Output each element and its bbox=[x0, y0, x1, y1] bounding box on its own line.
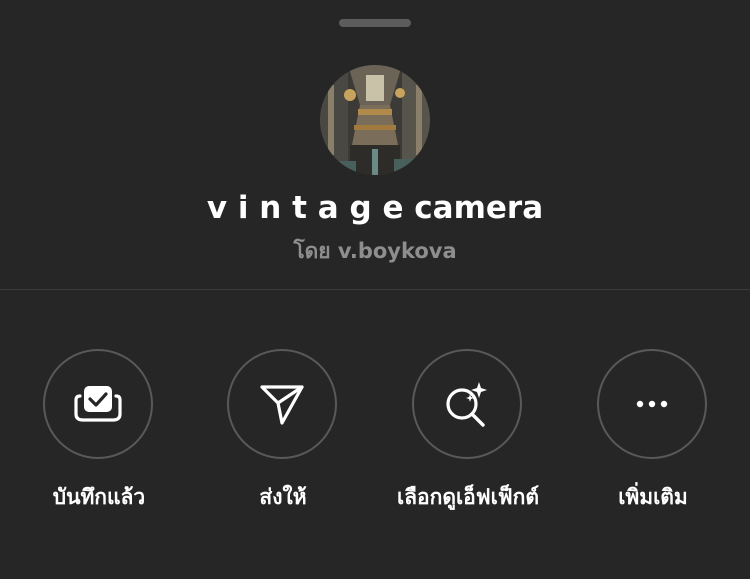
send-button-label: ส่งให้ bbox=[259, 485, 307, 509]
divider bbox=[0, 289, 750, 290]
more-button[interactable]: เพิ่มเติม bbox=[553, 349, 750, 529]
browse-effects-button-circle[interactable] bbox=[412, 349, 522, 459]
effect-author[interactable]: โดย v.boykova bbox=[0, 236, 750, 266]
saved-button-circle[interactable] bbox=[43, 349, 153, 459]
saved-button[interactable]: บันทึกแล้ว bbox=[0, 349, 199, 529]
send-button[interactable]: ส่งให้ bbox=[183, 349, 383, 529]
saved-button-label: บันทึกแล้ว bbox=[52, 485, 146, 509]
effect-action-sheet: v i n t a g e camera โดย v.boykova บันทึ… bbox=[0, 0, 750, 579]
sheet-grabber-handle[interactable] bbox=[339, 19, 411, 27]
browse-effects-button-label: เลือกดูเอ็ฟเฟ็กต์ bbox=[396, 485, 540, 509]
effect-thumbnail bbox=[320, 65, 430, 175]
browse-effects-button[interactable]: เลือกดูเอ็ฟเฟ็กต์ bbox=[368, 349, 568, 529]
more-button-circle[interactable] bbox=[597, 349, 707, 459]
more-button-label: เพิ่มเติม bbox=[618, 485, 688, 509]
effect-name: v i n t a g e camera bbox=[206, 190, 544, 226]
send-button-circle[interactable] bbox=[227, 349, 337, 459]
